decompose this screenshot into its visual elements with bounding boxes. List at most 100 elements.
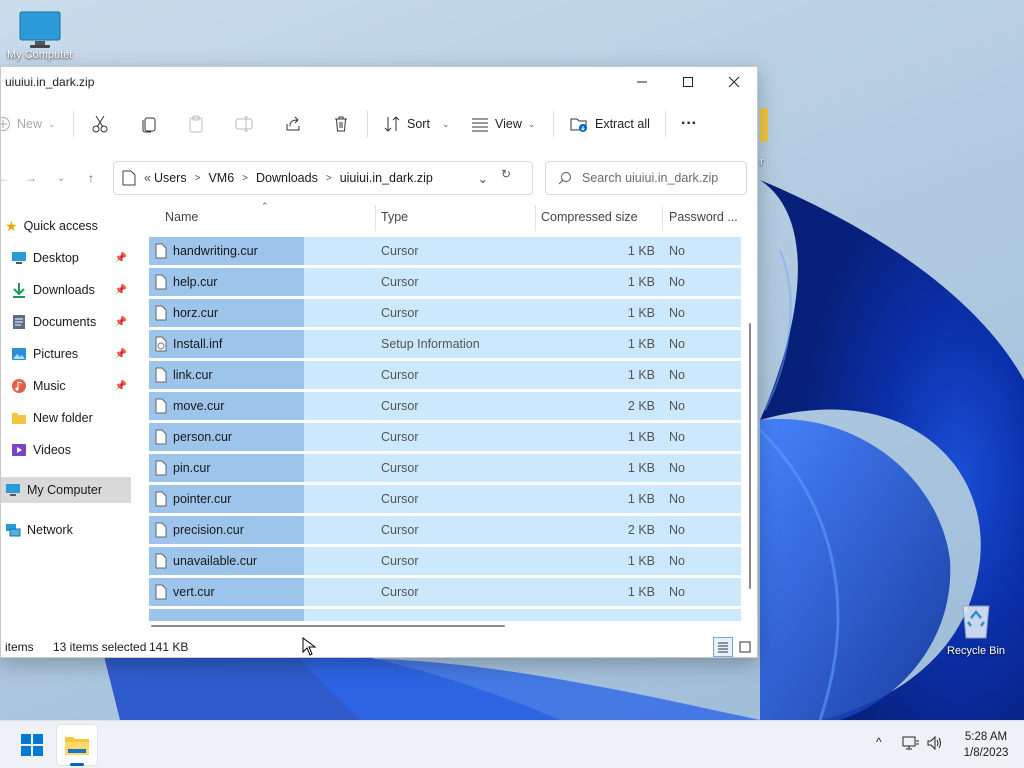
column-divider[interactable] — [535, 205, 536, 231]
table-row[interactable]: help.cur Cursor 1 KB No — [149, 268, 741, 296]
title-bar[interactable]: uiuiui.in_dark.zip — [1, 67, 757, 97]
address-dropdown-icon[interactable]: ⌄ — [478, 171, 488, 186]
forward-button[interactable]: → — [19, 167, 43, 189]
file-name: pointer.cur — [173, 492, 232, 506]
column-header-name[interactable]: Name — [165, 201, 198, 233]
breadcrumb-users[interactable]: Users — [154, 171, 187, 185]
more-options-button[interactable]: ··· — [681, 103, 697, 145]
breadcrumb-downloads[interactable]: Downloads — [256, 171, 318, 185]
nav-item-my-computer[interactable]: My Computer — [1, 477, 131, 503]
table-row[interactable]: handwriting.cur Cursor 1 KB No — [149, 237, 741, 265]
nav-item-desktop[interactable]: Desktop 📌 — [1, 245, 131, 271]
table-row-partial[interactable] — [149, 609, 741, 621]
nav-item-documents[interactable]: Documents 📌 — [1, 309, 131, 335]
table-row[interactable]: move.cur Cursor 2 KB No — [149, 392, 741, 420]
start-button[interactable] — [12, 725, 52, 765]
sort-button[interactable]: Sort ⌄ — [383, 103, 449, 145]
details-view-button[interactable] — [713, 637, 733, 657]
search-input[interactable]: Search uiuiui.in_dark.zip — [545, 161, 747, 195]
taskbar-file-explorer[interactable] — [57, 725, 97, 765]
taskbar: ^ 5:28 AM 1/8/2023 — [0, 720, 1024, 768]
file-size: 1 KB — [627, 430, 655, 444]
table-row[interactable]: precision.cur Cursor 2 KB No — [149, 516, 741, 544]
volume-control[interactable] — [926, 735, 944, 751]
desktop-icon-label: Recycle Bin — [946, 645, 1006, 657]
table-row[interactable]: pointer.cur Cursor 1 KB No — [149, 485, 741, 513]
file-type: Cursor — [381, 523, 419, 537]
cursor-file-icon — [155, 429, 167, 445]
delete-button[interactable] — [332, 103, 350, 145]
nav-item-label: Desktop — [33, 251, 79, 265]
breadcrumb-zip[interactable]: uiuiui.in_dark.zip — [340, 171, 433, 185]
nav-item-quick-access[interactable]: ★ Quick access — [1, 213, 131, 239]
nav-item-videos[interactable]: Videos — [1, 437, 131, 463]
cursor-file-icon — [155, 491, 167, 507]
tiles-view-button[interactable] — [735, 637, 755, 657]
file-name: person.cur — [173, 430, 233, 444]
table-row[interactable]: person.cur Cursor 1 KB No — [149, 423, 741, 451]
rename-button[interactable] — [235, 103, 253, 145]
breadcrumb-vm6[interactable]: VM6 — [208, 171, 234, 185]
table-row[interactable]: horz.cur Cursor 1 KB No — [149, 299, 741, 327]
table-row[interactable]: Install.inf Setup Information 1 KB No — [149, 330, 741, 358]
more-icon: ··· — [681, 115, 697, 132]
network-status[interactable] — [902, 735, 920, 751]
view-icon — [472, 118, 488, 132]
file-name: handwriting.cur — [173, 244, 258, 258]
recent-locations-button[interactable]: ⌄ — [49, 167, 73, 189]
minimize-button[interactable] — [619, 67, 665, 97]
file-name: move.cur — [173, 399, 225, 413]
cursor-file-icon — [155, 274, 167, 290]
nav-item-label: Network — [27, 523, 73, 537]
back-button[interactable]: ← — [1, 167, 15, 189]
up-button[interactable]: ↑ — [79, 167, 103, 189]
nav-item-new-folder[interactable]: New folder — [1, 405, 131, 431]
copy-button[interactable] — [140, 103, 158, 145]
nav-item-network[interactable]: Network — [1, 517, 131, 543]
column-header-compressed-size[interactable]: Compressed size — [541, 201, 638, 233]
vertical-scrollbar[interactable] — [749, 323, 751, 589]
nav-item-downloads[interactable]: Downloads 📌 — [1, 277, 131, 303]
file-explorer-window: uiuiui.in_dark.zip New ⌄ Sort ⌄ View ⌄ E… — [0, 66, 758, 658]
maximize-button[interactable] — [665, 67, 711, 97]
share-button[interactable] — [284, 103, 302, 145]
column-header-password[interactable]: Password ... — [669, 201, 738, 233]
view-button[interactable]: View ⌄ — [471, 103, 535, 145]
file-size: 1 KB — [627, 461, 655, 475]
file-size: 2 KB — [627, 523, 655, 537]
table-row[interactable]: pin.cur Cursor 1 KB No — [149, 454, 741, 482]
file-password: No — [669, 368, 685, 382]
close-button[interactable] — [711, 67, 757, 97]
file-size: 1 KB — [627, 275, 655, 289]
file-password: No — [669, 275, 685, 289]
network-status-icon — [902, 736, 919, 750]
horizontal-scrollbar[interactable] — [151, 625, 505, 627]
chevron-up-icon: ^ — [876, 735, 882, 749]
desktop-icon-my-computer[interactable]: My Computer — [0, 10, 80, 61]
desktop-icon-recycle-bin[interactable]: Recycle Bin — [936, 600, 1016, 657]
file-size: 1 KB — [627, 368, 655, 382]
file-type: Setup Information — [381, 337, 480, 351]
paste-button[interactable] — [187, 103, 205, 145]
system-clock[interactable]: 5:28 AM 1/8/2023 — [956, 729, 1016, 761]
tray-overflow-button[interactable]: ^ — [876, 735, 882, 749]
nav-item-label: Quick access — [23, 219, 98, 233]
table-row[interactable]: vert.cur Cursor 1 KB No — [149, 578, 741, 606]
table-row[interactable]: unavailable.cur Cursor 1 KB No — [149, 547, 741, 575]
cut-button[interactable] — [91, 103, 109, 145]
address-bar[interactable]: « Users > VM6 > Downloads > uiuiui.in_da… — [113, 161, 533, 195]
partial-folder-icon — [760, 108, 768, 142]
extract-all-button[interactable]: Extract all — [569, 103, 650, 145]
nav-item-music[interactable]: Music 📌 — [1, 373, 131, 399]
table-row[interactable]: link.cur Cursor 1 KB No — [149, 361, 741, 389]
column-divider[interactable] — [662, 205, 663, 231]
column-divider[interactable] — [375, 205, 376, 231]
file-size: 1 KB — [627, 337, 655, 351]
address-row: ← → ⌄ ↑ « Users > VM6 > Downloads > uiui… — [1, 161, 757, 195]
nav-item-label: Downloads — [33, 283, 95, 297]
new-button[interactable]: New ⌄ — [1, 103, 56, 145]
column-header-type[interactable]: Type — [381, 201, 408, 233]
refresh-button[interactable]: ↻ — [501, 167, 511, 181]
cut-icon — [92, 115, 108, 133]
nav-item-pictures[interactable]: Pictures 📌 — [1, 341, 131, 367]
